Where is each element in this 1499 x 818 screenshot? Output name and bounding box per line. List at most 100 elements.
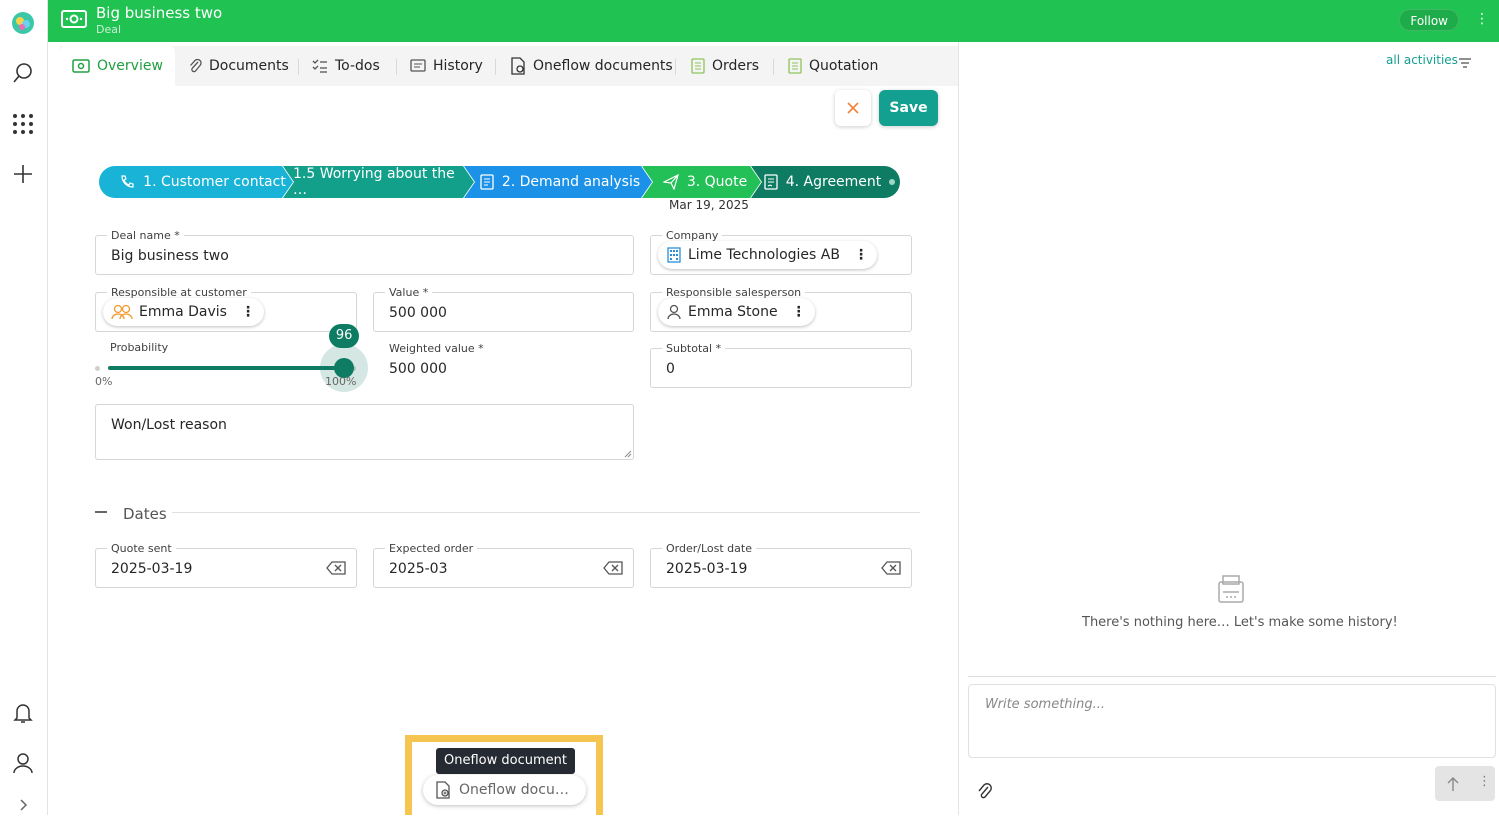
value-field[interactable]: Value * 500 000: [373, 286, 634, 332]
clear-icon[interactable]: [603, 560, 623, 579]
app-logo-icon[interactable]: [10, 10, 36, 36]
clear-icon[interactable]: [881, 560, 901, 579]
expand-sidebar-icon[interactable]: [10, 792, 36, 818]
quote-sent-field[interactable]: Quote sent 2025-03-19: [95, 542, 357, 588]
expected-order-field[interactable]: Expected order 2025-03: [373, 542, 634, 588]
probability-max-label: 100%: [325, 375, 357, 388]
paperclip-icon: [190, 58, 202, 73]
dates-section-divider: [172, 512, 920, 513]
probability-slider-track[interactable]: [108, 366, 354, 370]
close-icon: [847, 102, 859, 114]
dates-section-title: Dates: [123, 505, 167, 523]
current-stage-dot-icon: [889, 179, 896, 185]
tab-label: Documents: [209, 58, 289, 74]
stage-label: 3. Quote: [686, 174, 748, 190]
stage-label: 4. Agreement: [785, 174, 882, 190]
tab-divider: [675, 59, 676, 75]
tab-history[interactable]: History: [410, 46, 483, 86]
paper-plane-icon: [662, 174, 679, 190]
user-profile-icon[interactable]: [10, 750, 36, 776]
deal-icon: [72, 59, 90, 73]
notifications-bell-icon[interactable]: [10, 700, 36, 726]
send-button[interactable]: ⋮: [1435, 766, 1495, 801]
cancel-button[interactable]: [835, 90, 871, 126]
value-amount: 500 000: [389, 305, 447, 321]
stage-label: 1.5 Worrying about the …: [293, 166, 455, 198]
follow-button[interactable]: Follow: [1399, 9, 1459, 31]
arrow-up-icon: [1447, 777, 1459, 791]
composer-divider: [968, 676, 1496, 677]
oneflow-tooltip: Oneflow document: [436, 748, 575, 774]
clear-icon[interactable]: [326, 560, 346, 579]
won-lost-reason-textarea[interactable]: Won/Lost reason: [95, 404, 634, 460]
send-options-icon[interactable]: ⋮: [1478, 774, 1491, 789]
subtotal-label: Subtotal *: [662, 342, 726, 355]
company-chip[interactable]: Lime Technologies AB ⋮: [658, 241, 877, 269]
app-sidebar: [0, 0, 48, 815]
contacts-icon: [111, 304, 133, 320]
slider-min-dot: [95, 366, 100, 371]
oneflow-document-label: Oneflow docu…: [459, 782, 569, 798]
tab-oneflow-documents[interactable]: Oneflow documents: [510, 46, 673, 86]
stage-label: 1. Customer contact: [143, 174, 286, 190]
orders-icon: [691, 58, 705, 74]
responsible-salesperson-chip[interactable]: Emma Stone ⋮: [658, 298, 815, 326]
page-subtitle: Deal: [96, 23, 122, 36]
history-icon: [410, 59, 426, 72]
quotation-icon: [788, 58, 802, 74]
oneflow-document-button[interactable]: Oneflow docu…: [423, 775, 586, 805]
tab-overview[interactable]: Overview: [60, 46, 175, 86]
filter-icon[interactable]: [1458, 54, 1472, 73]
stage-agreement[interactable]: 4. Agreement: [762, 166, 897, 198]
value-label: Value *: [385, 286, 433, 299]
stage-quote-date: Mar 19, 2025: [669, 198, 749, 212]
oneflow-document-icon: [436, 781, 450, 799]
subtotal-field[interactable]: Subtotal * 0: [650, 342, 912, 388]
stage-demand-analysis[interactable]: 2. Demand analysis: [475, 166, 645, 198]
won-lost-reason-placeholder: Won/Lost reason: [111, 417, 227, 433]
attach-paperclip-icon[interactable]: [977, 783, 993, 805]
responsible-salesperson-menu-icon[interactable]: ⋮: [792, 304, 806, 320]
tab-label: To-dos: [335, 58, 380, 74]
user-icon: [667, 304, 681, 320]
tab-divider: [773, 59, 774, 75]
tab-quotation[interactable]: Quotation: [788, 46, 878, 86]
resize-handle-icon[interactable]: [624, 450, 632, 458]
tab-orders[interactable]: Orders: [691, 46, 759, 86]
weighted-value-label: Weighted value *: [385, 342, 488, 355]
order-lost-date-label: Order/Lost date: [662, 542, 756, 555]
tab-label: History: [433, 58, 483, 74]
stage-customer-contact[interactable]: 1. Customer contact: [115, 166, 290, 198]
stage-quote[interactable]: 3. Quote: [655, 166, 755, 198]
tab-label: Oneflow documents: [533, 58, 673, 74]
activity-filter-label[interactable]: all activities: [1386, 53, 1458, 67]
expected-order-value: 2025-03: [389, 561, 448, 577]
stage-worrying[interactable]: 1.5 Worrying about the …: [293, 166, 463, 198]
search-icon[interactable]: [10, 60, 36, 86]
deal-name-value: Big business two: [111, 248, 229, 264]
oneflow-icon: [511, 57, 525, 75]
tab-documents[interactable]: Documents: [188, 46, 289, 86]
tab-bar: Overview Documents To-dos History Oneflo…: [60, 46, 958, 86]
responsible-customer-chip[interactable]: Emma Davis ⋮: [103, 298, 264, 326]
apps-grid-icon[interactable]: [10, 111, 36, 137]
company-chip-menu-icon[interactable]: ⋮: [854, 247, 868, 263]
deal-name-label: Deal name *: [107, 229, 184, 242]
note-composer-input[interactable]: Write something...: [968, 684, 1496, 758]
order-lost-date-field[interactable]: Order/Lost date 2025-03-19: [650, 542, 912, 588]
responsible-customer-menu-icon[interactable]: ⋮: [241, 304, 255, 320]
deal-name-field[interactable]: Deal name * Big business two: [95, 229, 634, 275]
weighted-value-field: Weighted value * 500 000: [373, 342, 634, 388]
more-options-icon[interactable]: ⋮: [1475, 11, 1489, 27]
responsible-customer-name: Emma Davis: [139, 304, 227, 320]
create-new-icon[interactable]: [10, 161, 36, 187]
building-icon: [667, 247, 681, 263]
quote-sent-label: Quote sent: [107, 542, 176, 555]
quote-sent-value: 2025-03-19: [111, 561, 193, 577]
responsible-salesperson-name: Emma Stone: [688, 304, 778, 320]
save-button[interactable]: Save: [879, 90, 938, 126]
tab-divider: [298, 59, 299, 75]
dates-collapse-icon[interactable]: [95, 511, 107, 513]
stage-label: 2. Demand analysis: [501, 174, 641, 190]
tab-todos[interactable]: To-dos: [312, 46, 380, 86]
